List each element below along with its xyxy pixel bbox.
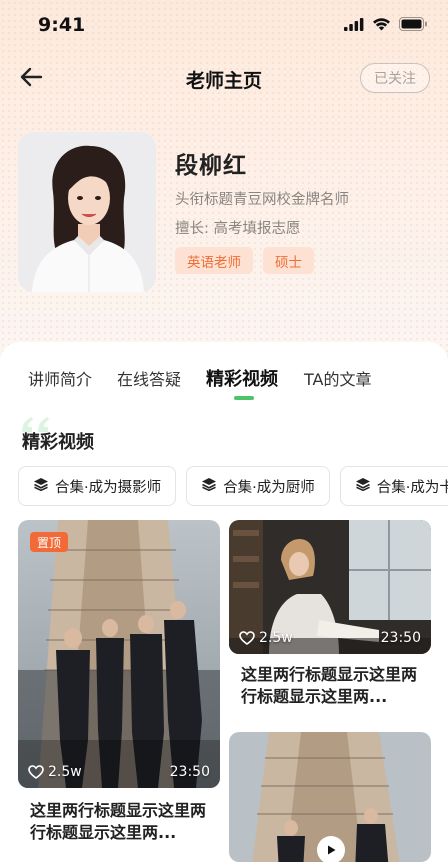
- collection-label: 合集·成为卡车司机: [376, 479, 448, 496]
- play-button[interactable]: [317, 836, 345, 862]
- teacher-title: 头衔标题青豆网校金牌名师: [175, 192, 349, 208]
- video-thumbnail: 置顶 2.5w 23:50: [18, 520, 220, 788]
- video-duration: 23:50: [380, 630, 421, 646]
- status-bar: 9:41: [0, 0, 448, 50]
- tab-bar: 讲师简介 在线答疑 精彩视频 TA的文章: [0, 342, 448, 402]
- likes-count: 2.5w: [239, 630, 293, 646]
- tab-indicator: [234, 396, 254, 400]
- play-icon: [325, 844, 337, 856]
- video-duration: 23:50: [169, 764, 210, 780]
- battery-icon: [399, 16, 428, 35]
- cellular-signal-icon: [344, 16, 364, 35]
- video-card[interactable]: 置顶 2.5w 23:50 这里两行标题显示这里两行标题显示这里两...: [18, 520, 220, 862]
- wifi-icon: [372, 16, 391, 35]
- teacher-name: 段柳红: [175, 153, 247, 179]
- tab-articles[interactable]: TA的文章: [304, 366, 371, 390]
- video-card[interactable]: [229, 732, 431, 862]
- pinned-badge: 置顶: [30, 532, 69, 552]
- video-title: 这里两行标题显示这里两行标题显示这里两...: [30, 801, 207, 842]
- teacher-skill: 擅长: 高考填报志愿: [175, 221, 301, 237]
- status-icons: [344, 16, 428, 35]
- follow-button[interactable]: 已关注: [360, 63, 430, 93]
- heart-icon: [239, 631, 255, 645]
- video-thumbnail: 2.5w 23:50: [229, 520, 431, 654]
- video-card[interactable]: 2.5w 23:50 这里两行标题显示这里两行标题显示这里两...: [229, 520, 431, 716]
- content-panel: 讲师简介 在线答疑 精彩视频 TA的文章 精彩视频 合集·成为摄影师 合集·成为…: [0, 342, 448, 862]
- tag-subject: 英语老师: [175, 247, 253, 274]
- layers-icon: [33, 477, 49, 495]
- heart-icon: [28, 765, 44, 779]
- navigation-bar: 老师主页 已关注: [0, 56, 448, 100]
- status-time: 9:41: [38, 14, 86, 36]
- tag-degree: 硕士: [263, 247, 314, 274]
- likes-value: 2.5w: [48, 764, 82, 780]
- collection-label: 合集·成为厨师: [223, 479, 315, 496]
- collection-chip[interactable]: 合集·成为厨师: [186, 466, 330, 506]
- teacher-tags: 英语老师 硕士: [175, 247, 314, 274]
- video-title: 这里两行标题显示这里两行标题显示这里两...: [241, 665, 418, 706]
- video-thumbnail: [229, 732, 431, 862]
- tab-qa[interactable]: 在线答疑: [117, 366, 181, 390]
- collection-chip[interactable]: 合集·成为卡车司机: [339, 466, 448, 506]
- collection-chip[interactable]: 合集·成为摄影师: [18, 466, 177, 506]
- likes-value: 2.5w: [259, 630, 293, 646]
- likes-count: 2.5w: [28, 764, 82, 780]
- layers-icon: [355, 477, 371, 495]
- collection-chips: 合集·成为摄影师 合集·成为厨师 合集·成为卡车司机: [18, 466, 448, 508]
- teacher-avatar: [18, 132, 156, 292]
- layers-icon: [201, 477, 217, 495]
- section-title: 精彩视频: [22, 432, 94, 453]
- tab-intro[interactable]: 讲师简介: [28, 366, 92, 390]
- tab-videos[interactable]: 精彩视频: [206, 365, 278, 391]
- collection-label: 合集·成为摄影师: [55, 479, 162, 496]
